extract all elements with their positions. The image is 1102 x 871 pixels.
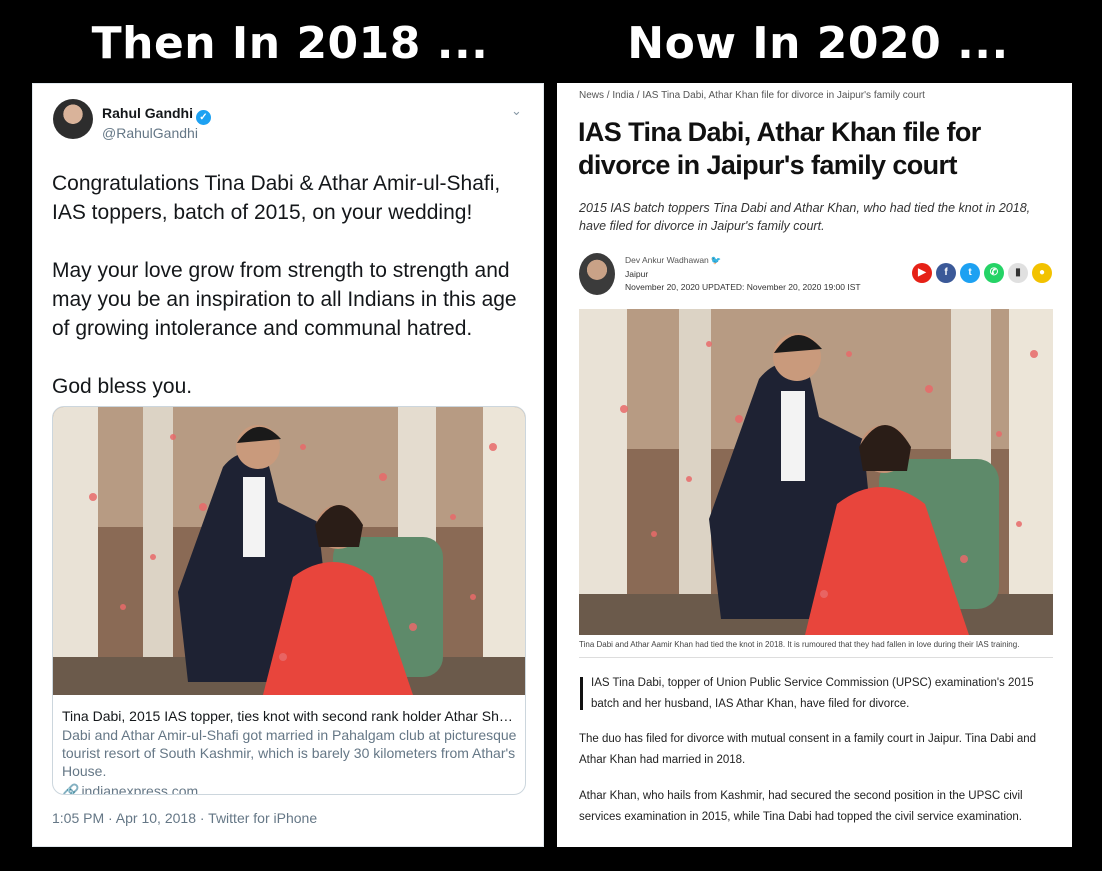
article-date: November 20, 2020 UPDATED: November 20, …	[625, 282, 861, 292]
article-paragraph: The duo has filed for divorce with mutua…	[579, 733, 1037, 766]
card-link-text[interactable]: indianexpress.com	[81, 783, 198, 794]
now-heading: Now In 2020 ...	[627, 18, 1009, 69]
whatsapp-icon[interactable]: ✆	[984, 263, 1004, 283]
avatar[interactable]	[53, 99, 93, 139]
divider	[579, 657, 1053, 658]
verified-badge-icon: ✓	[196, 110, 211, 125]
tweet-paragraph: God bless you.	[52, 375, 193, 398]
tweet-paragraph: Congratulations Tina Dabi & Athar Amir-u…	[52, 172, 501, 224]
twitter-bird-icon[interactable]: 🐦	[711, 255, 722, 265]
link-icon: 🔗	[62, 783, 80, 795]
card-link[interactable]: 🔗 indianexpress.com	[62, 782, 518, 795]
bookmark-icon[interactable]: ▮	[1008, 263, 1028, 283]
author-avatar[interactable]	[579, 253, 615, 295]
card-description: Dabi and Athar Amir-ul-Shafi got married…	[62, 727, 517, 779]
author-name[interactable]: Rahul Gandhi	[102, 105, 193, 121]
twitter-icon[interactable]: t	[960, 263, 980, 283]
tweet-panel: Rahul Gandhi ✓ @RahulGandhi ⌄ Congratulat…	[32, 83, 544, 847]
article-location: Jaipur	[625, 269, 649, 279]
article-title: IAS Tina Dabi, Athar Khan file for divor…	[578, 117, 981, 180]
youtube-icon[interactable]: ▶	[912, 263, 932, 283]
card-meta: Tina Dabi, 2015 IAS topper, ties knot wi…	[62, 707, 518, 795]
comment-icon[interactable]: ●	[1032, 263, 1052, 283]
breadcrumb[interactable]: News / India / IAS Tina Dabi, Athar Khan…	[579, 90, 925, 101]
article-panel: News / India / IAS Tina Dabi, Athar Khan…	[557, 83, 1072, 847]
author-handle[interactable]: @RahulGandhi	[102, 125, 198, 141]
share-bar: ▶ f t ✆ ▮ ●	[912, 263, 1052, 283]
facebook-icon[interactable]: f	[936, 263, 956, 283]
article-paragraph: Athar Khan, who hails from Kashmir, had …	[579, 790, 1023, 823]
tweet-author[interactable]: Rahul Gandhi ✓	[102, 105, 211, 125]
card-title[interactable]: Tina Dabi, 2015 IAS topper, ties knot wi…	[62, 707, 518, 725]
author-byline[interactable]: Dev Ankur Wadhawan 🐦	[625, 255, 721, 266]
author-name-text[interactable]: Dev Ankur Wadhawan	[625, 255, 709, 265]
tweet-body: Congratulations Tina Dabi & Athar Amir-u…	[52, 169, 532, 430]
then-heading: Then In 2018 ...	[91, 18, 489, 69]
article-subtitle: 2015 IAS batch toppers Tina Dabi and Ath…	[579, 201, 1031, 233]
article-paragraph: IAS Tina Dabi, topper of Union Public Se…	[579, 673, 1057, 715]
article-photo	[579, 309, 1053, 635]
photo-caption: Tina Dabi and Athar Aamir Khan had tied …	[579, 640, 1020, 649]
tweet-timestamp[interactable]: 1:05 PM · Apr 10, 2018 · Twitter for iPh…	[52, 810, 317, 826]
wedding-photo	[53, 407, 525, 695]
link-card[interactable]: Tina Dabi, 2015 IAS topper, ties knot wi…	[52, 406, 526, 795]
chevron-down-icon[interactable]: ⌄	[511, 103, 522, 119]
tweet-paragraph: May your love grow from strength to stre…	[52, 259, 517, 340]
